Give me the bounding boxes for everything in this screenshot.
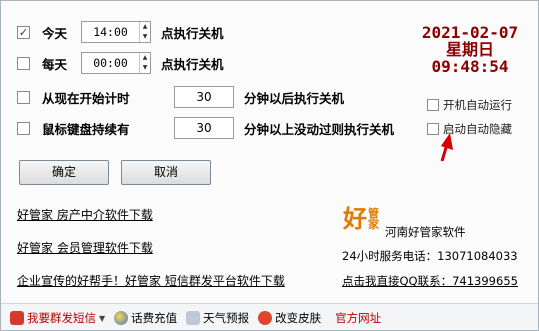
logo-char-big: 好 (343, 205, 367, 233)
company-name: 河南好管家软件 (385, 225, 466, 239)
weather-label: 天气预报 (203, 311, 250, 325)
weather-icon (186, 311, 201, 325)
palette-icon (258, 311, 273, 325)
logo-char-small-2: 家 (368, 218, 379, 231)
envelope-icon (10, 311, 24, 325)
link-real-estate-software[interactable]: 好管家 房产中介软件下载 (17, 206, 153, 223)
logo-chars-small: 管 家 (368, 208, 379, 230)
website-link[interactable]: 官方网址 (335, 310, 381, 326)
bottom-toolbar: 我要群发短信 ▼ 话费充值 天气预报 改变皮肤 官方网址 (1, 303, 538, 330)
chevron-down-icon: ▼ (99, 313, 106, 323)
arrow-head (441, 133, 453, 150)
sms-menu[interactable]: 我要群发短信 ▼ (10, 310, 105, 326)
recharge-label: 话费充值 (131, 311, 178, 325)
recharge-icon (114, 311, 129, 325)
cancel-button[interactable]: 取消 (121, 160, 211, 185)
website-label: 官方网址 (335, 311, 382, 325)
service-hotline: 24小时服务电话：13071084033 (342, 249, 518, 263)
confirm-button[interactable]: 确定 (19, 160, 109, 185)
qq-contact-link[interactable]: 点击我直接QQ联系：741399655 (342, 273, 518, 289)
skin-link[interactable]: 改变皮肤 (258, 310, 321, 326)
weather-link[interactable]: 天气预报 (186, 310, 249, 326)
link-member-software[interactable]: 好管家 会员管理软件下载 (17, 239, 153, 256)
sms-menu-label: 我要群发短信 (27, 311, 96, 325)
app-window: ✓ 今天 14:00 ▲ ▼ 点执行关机 每天 00:00 ▲ ▼ 点执行关机 … (0, 0, 539, 331)
company-logo: 好 管 家 (343, 206, 379, 232)
link-sms-software[interactable]: 企业宣传的好帮手！好管家 短信群发平台软件下载 (17, 272, 285, 289)
recharge-link[interactable]: 话费充值 (114, 310, 177, 326)
skin-label: 改变皮肤 (275, 311, 322, 325)
